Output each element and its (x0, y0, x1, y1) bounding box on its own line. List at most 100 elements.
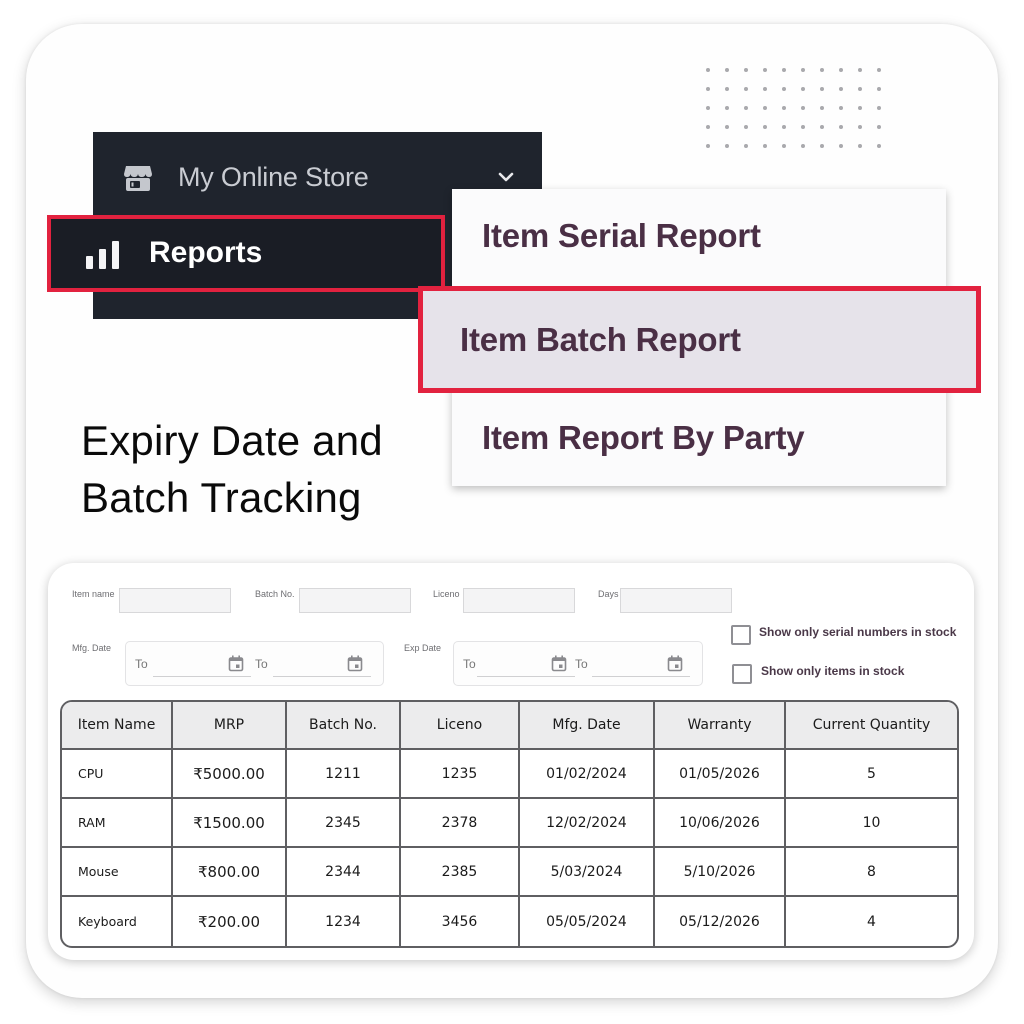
liceno-input[interactable] (463, 588, 575, 613)
headline-line-2: Batch Tracking (81, 474, 362, 521)
table-header-row: Item Name MRP Batch No. Liceno Mfg. Date… (62, 702, 957, 750)
menu-item-item-batch-report[interactable]: Item Batch Report (418, 286, 981, 393)
mfg-date-from-label: To (135, 657, 148, 671)
serial-in-stock-checkbox[interactable] (731, 625, 751, 645)
decorative-dot (744, 87, 748, 91)
liceno-label: Liceno (433, 589, 460, 599)
batch-no-label: Batch No. (255, 589, 295, 599)
cell-mrp: ₹800.00 (173, 848, 287, 897)
decorative-dot (820, 68, 824, 72)
mfg-date-to-input[interactable] (273, 676, 371, 677)
decorative-dot (725, 106, 729, 110)
column-header-current-quantity[interactable]: Current Quantity (786, 702, 957, 750)
decorative-dot (820, 87, 824, 91)
decorative-dot (820, 125, 824, 129)
decorative-dot (725, 144, 729, 148)
column-header-warranty[interactable]: Warranty (655, 702, 786, 750)
cell-warranty: 10/06/2026 (655, 799, 786, 848)
decorative-dot (820, 106, 824, 110)
mfg-date-range: To To (125, 641, 384, 686)
headline: Expiry Date and Batch Tracking (81, 412, 383, 526)
decorative-dot (725, 125, 729, 129)
column-header-batch-no[interactable]: Batch No. (287, 702, 401, 750)
column-header-liceno[interactable]: Liceno (401, 702, 520, 750)
items-in-stock-label[interactable]: Show only items in stock (761, 664, 904, 678)
decorative-dot (839, 87, 843, 91)
cell-mrp: ₹200.00 (173, 897, 287, 946)
chevron-down-icon[interactable] (497, 170, 515, 184)
decorative-dot (877, 125, 881, 129)
items-in-stock-checkbox[interactable] (732, 664, 752, 684)
sidebar-item-reports[interactable]: Reports (47, 215, 445, 292)
calendar-icon[interactable] (228, 655, 244, 672)
decorative-dot (725, 68, 729, 72)
calendar-icon[interactable] (551, 655, 567, 672)
menu-item-label: Item Batch Report (460, 321, 741, 358)
cell-item-name: Mouse (62, 848, 173, 897)
column-header-mfg-date[interactable]: Mfg. Date (520, 702, 655, 750)
exp-date-from-label: To (463, 657, 476, 671)
menu-item-item-report-by-party[interactable]: Item Report By Party (482, 419, 805, 457)
exp-date-label: Exp Date (404, 643, 442, 653)
decorative-dot (763, 125, 767, 129)
decorative-dot (744, 106, 748, 110)
exp-date-to-input[interactable] (592, 676, 690, 677)
decorative-dot (858, 68, 862, 72)
decorative-dot (877, 68, 881, 72)
item-name-label: Item name (72, 589, 115, 599)
mfg-date-from-input[interactable] (153, 676, 251, 677)
decorative-dot (839, 68, 843, 72)
decorative-dot (858, 144, 862, 148)
menu-item-item-serial-report[interactable]: Item Serial Report (482, 217, 761, 255)
cell-mrp: ₹1500.00 (173, 799, 287, 848)
store-icon (124, 166, 152, 191)
decorative-dot (782, 87, 786, 91)
table-row[interactable]: Mouse ₹800.00 2344 2385 5/03/2024 5/10/2… (62, 848, 957, 897)
decorative-dot (801, 144, 805, 148)
cell-item-name: RAM (62, 799, 173, 848)
decorative-dot (820, 144, 824, 148)
decorative-dot (782, 125, 786, 129)
exp-date-from-input[interactable] (477, 676, 575, 677)
cell-batch-no: 2345 (287, 799, 401, 848)
bar-chart-icon (86, 241, 119, 269)
cell-mfg-date: 5/03/2024 (520, 848, 655, 897)
decorative-dot (877, 144, 881, 148)
cell-warranty: 01/05/2026 (655, 750, 786, 799)
days-label: Days (598, 589, 619, 599)
column-header-mrp[interactable]: MRP (173, 702, 287, 750)
decorative-dot (877, 87, 881, 91)
decorative-dot (801, 87, 805, 91)
decorative-dot (744, 144, 748, 148)
batch-no-input[interactable] (299, 588, 411, 613)
column-header-item-name[interactable]: Item Name (62, 702, 173, 750)
decorative-dot (839, 106, 843, 110)
serial-in-stock-label[interactable]: Show only serial numbers in stock (759, 625, 956, 639)
cell-batch-no: 1211 (287, 750, 401, 799)
decorative-dot (744, 125, 748, 129)
cell-item-name: CPU (62, 750, 173, 799)
decorative-dot (839, 144, 843, 148)
headline-line-1: Expiry Date and (81, 417, 383, 464)
decorative-dot (706, 144, 710, 148)
item-name-input[interactable] (119, 588, 231, 613)
cell-warranty: 05/12/2026 (655, 897, 786, 946)
calendar-icon[interactable] (347, 655, 363, 672)
cell-current-quantity: 10 (786, 799, 957, 848)
batch-report-table: Item Name MRP Batch No. Liceno Mfg. Date… (60, 700, 959, 948)
decorative-dot (858, 125, 862, 129)
cell-mrp: ₹5000.00 (173, 750, 287, 799)
table-row[interactable]: Keyboard ₹200.00 1234 3456 05/05/2024 05… (62, 897, 957, 946)
mfg-date-to-label: To (255, 657, 268, 671)
decorative-dot (782, 106, 786, 110)
table-row[interactable]: CPU ₹5000.00 1211 1235 01/02/2024 01/05/… (62, 750, 957, 799)
decorative-dot (782, 68, 786, 72)
cell-current-quantity: 5 (786, 750, 957, 799)
table-row[interactable]: RAM ₹1500.00 2345 2378 12/02/2024 10/06/… (62, 799, 957, 848)
calendar-icon[interactable] (667, 655, 683, 672)
days-input[interactable] (620, 588, 732, 613)
decorative-dot (877, 106, 881, 110)
store-label: My Online Store (178, 162, 369, 192)
exp-date-range: To To (453, 641, 703, 686)
decorative-dot (725, 87, 729, 91)
